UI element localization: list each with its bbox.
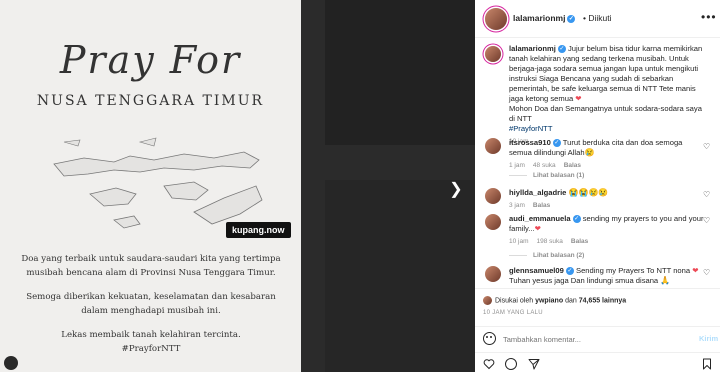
comment-emoji: 🙏 (660, 276, 671, 285)
comment-heart-icon[interactable]: ♡ (703, 190, 710, 199)
comment-heart-icon[interactable]: ♡ (703, 142, 710, 151)
chevron-right-icon[interactable]: ❯ (448, 180, 464, 200)
avatar[interactable] (485, 214, 501, 230)
comment-meta: 10 jam 198 suka Balas (509, 237, 705, 247)
comment-username[interactable]: audi_emmanuela (509, 214, 571, 223)
comment-username[interactable]: hiyllda_algadrie (509, 188, 566, 197)
heart-emoji-icon: ❤ (692, 266, 699, 275)
divider (509, 174, 527, 176)
backdrop-panel (325, 180, 475, 372)
avatar[interactable] (485, 138, 501, 154)
instagram-post-modal: Pray For NUSA TENGGARA TIMUR kupang.now … (0, 0, 720, 372)
add-comment-bar: Kirim (475, 326, 720, 350)
comment-meta: 3 jam Balas (509, 201, 705, 211)
heart-emoji-icon: ❤ (534, 224, 541, 233)
avatar[interactable] (485, 266, 501, 282)
comment-meta: 1 jam 48 suka Balas (509, 161, 705, 171)
view-replies-label[interactable]: Lihat balasan (2) (533, 252, 584, 259)
image-caption-hashtag: #PrayforNTT (121, 344, 181, 354)
post-time: 10 JAM YANG LALU (483, 310, 543, 316)
heart-emoji-icon: ❤ (575, 94, 582, 103)
avatar[interactable] (485, 46, 501, 62)
divider (509, 254, 527, 256)
caption-hashtag[interactable]: #PrayforNTT (509, 124, 552, 133)
image-caption-line: Lekas membaik tanah kelahiran tercinta. (61, 330, 241, 340)
bookmark-icon[interactable] (701, 358, 713, 370)
username-text[interactable]: lalamarionmj (513, 13, 565, 23)
view-replies-button[interactable]: Lihat balasan (2) (509, 252, 584, 259)
post-header: lalamarionmj ✓ • Diikuti ••• (475, 0, 720, 38)
view-replies-label[interactable]: Lihat balasan (1) (533, 172, 584, 179)
comment-body: hiyllda_algadrie 😭😭😢😢 3 jam Balas (509, 188, 705, 211)
comment-heart-icon[interactable]: ♡ (703, 216, 710, 225)
post-panel: lalamarionmj ✓ • Diikuti ••• lalamarionmj… (475, 0, 720, 372)
view-replies-button[interactable]: Lihat balasan (1) (509, 172, 584, 179)
avatar[interactable] (485, 188, 501, 204)
likes-user[interactable]: ywpiano (535, 297, 563, 304)
reply-button[interactable]: Balas (533, 202, 550, 209)
image-caption-line: Doa yang terbaik untuk saudara-saudari k… (21, 254, 281, 278)
comment-likes[interactable]: 48 suka (533, 162, 556, 169)
share-icon[interactable] (528, 358, 540, 370)
image-caption-line: Semoga diberikan kekuatan, keselamatan d… (26, 292, 276, 316)
more-options-icon[interactable]: ••• (701, 10, 717, 24)
image-subtitle: NUSA TENGGARA TIMUR (36, 93, 265, 109)
likes-middle: dan (565, 297, 577, 305)
verified-icon: ✓ (552, 139, 561, 147)
following-status[interactable]: • Diikuti (583, 13, 611, 23)
caption-body: lalamarionmj ✓ Jujur belum bisa tidur kar… (509, 44, 705, 147)
comment-body: itsrossa910 ✓ Turut berduka cita dan doa … (509, 138, 705, 171)
post-image: Pray For NUSA TENGGARA TIMUR kupang.now … (0, 0, 301, 372)
comments-list: lalamarionmj ✓ Jujur belum bisa tidur kar… (475, 40, 720, 288)
emoji-icon[interactable] (483, 332, 496, 345)
image-caption: Doa yang terbaik untuk saudara-saudari k… (20, 252, 282, 366)
likes-section: Disukai oleh ywpiano dan 74,655 lainnya … (475, 288, 720, 318)
comment-username[interactable]: itsrossa910 (509, 138, 551, 147)
comment-likes[interactable]: 198 suka (537, 238, 563, 245)
avatar[interactable] (485, 8, 507, 30)
verified-icon: ✓ (567, 14, 576, 23)
backdrop-panel (325, 0, 475, 145)
verified-icon: ✓ (572, 215, 581, 223)
comment-time: 3 jam (509, 202, 525, 209)
comment-time: 10 jam (509, 238, 529, 245)
comment-body: audi_emmanuela ✓ sending my prayers to yo… (509, 214, 705, 247)
header-username[interactable]: lalamarionmj ✓ (513, 13, 576, 23)
comment-icon[interactable] (505, 358, 517, 370)
likes-count[interactable]: 74,655 lainnya (579, 297, 626, 304)
caption-text-2: Mohon Doa dan Semangatnya untuk sodara-s… (509, 104, 702, 123)
post-comment-button[interactable]: Kirim (699, 334, 718, 343)
comment-emoji: 😭😭😢😢 (568, 188, 609, 197)
avatar (483, 296, 492, 305)
image-title: Pray For (59, 38, 242, 82)
verified-icon: ✓ (565, 267, 574, 275)
action-bar (475, 352, 720, 372)
heart-icon[interactable] (483, 358, 495, 370)
comment-username[interactable]: glennsamuel09 (509, 266, 564, 275)
caption-username[interactable]: lalamarionmj (509, 44, 556, 53)
reply-button[interactable]: Balas (571, 238, 588, 245)
likes-prefix: Disukai oleh (495, 297, 534, 305)
comment-text: Sending my Prayers To NTT nona (576, 266, 691, 275)
watermark: kupang.now (226, 222, 291, 238)
comment-emoji: 😢 (584, 148, 595, 157)
user-icon[interactable] (4, 356, 18, 370)
reply-button[interactable]: Balas (564, 162, 581, 169)
comment-time: 1 jam (509, 162, 525, 169)
comment-text-2: Tuhan yesus jaga Dan lindungi smua disan… (509, 276, 659, 285)
comment-input[interactable] (503, 332, 678, 346)
verified-icon: ✓ (557, 45, 566, 53)
comment-body: glennsamuel09 ✓ Sending my Prayers To NTT… (509, 266, 705, 286)
likes-summary[interactable]: Disukai oleh ywpiano dan 74,655 lainnya (483, 296, 626, 305)
comment-heart-icon[interactable]: ♡ (703, 268, 710, 277)
